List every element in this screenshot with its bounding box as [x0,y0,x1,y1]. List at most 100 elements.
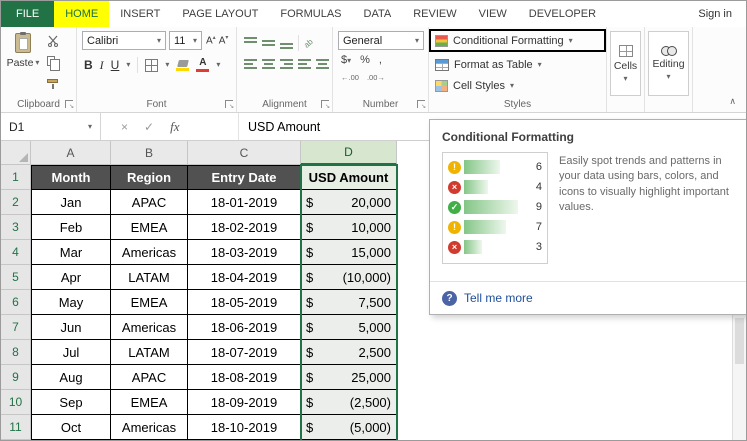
tab-developer[interactable]: DEVELOPER [518,1,607,27]
vertical-scrollbar[interactable] [732,314,746,440]
enter-icon[interactable]: ✓ [144,120,154,134]
cell-date[interactable]: 18-04-2019 [188,265,301,290]
bold-button[interactable]: B [84,58,93,72]
align-right-icon[interactable] [280,58,293,70]
italic-button[interactable]: I [100,58,104,73]
cell-amount[interactable]: $15,000 [301,240,397,265]
align-top-icon[interactable] [244,37,257,49]
font-size-combobox[interactable]: 11 ▾ [169,31,202,50]
cell-month[interactable]: May [31,290,111,315]
column-header-c[interactable]: C [188,141,301,165]
cell-date[interactable]: 18-07-2019 [188,340,301,365]
cell-amount[interactable]: $25,000 [301,365,397,390]
cell-styles-button[interactable]: Cell Styles ▾ [431,76,518,95]
copy-button[interactable] [47,53,69,71]
borders-icon[interactable] [145,58,159,72]
cell-region[interactable]: EMEA [111,215,188,240]
cell-date[interactable]: 18-05-2019 [188,290,301,315]
tab-review[interactable]: REVIEW [402,1,467,27]
tab-home[interactable]: HOME [54,1,110,27]
column-header-a[interactable]: A [31,141,111,165]
column-header-d-selected[interactable]: D [301,141,397,165]
cell-amount[interactable]: $2,500 [301,340,397,365]
cell-month[interactable]: Sep [31,390,111,415]
increase-decimal-icon[interactable]: ←.00 [341,73,359,82]
cell-date[interactable]: 18-10-2019 [188,415,301,440]
cell-month[interactable]: Apr [31,265,111,290]
cancel-icon[interactable]: × [121,120,128,134]
row-number[interactable]: 7 [1,315,31,340]
cell-amount[interactable]: $10,000 [301,215,397,240]
row-number[interactable]: 3 [1,215,31,240]
orientation-icon[interactable]: ab [302,37,315,50]
cell-month[interactable]: Feb [31,215,111,240]
cell-month[interactable]: Aug [31,365,111,390]
number-format-combobox[interactable]: General ▾ [338,31,424,50]
conditional-formatting-button[interactable]: Conditional Formatting ▾ [429,29,606,52]
tab-data[interactable]: DATA [353,1,403,27]
fill-color-icon[interactable] [176,59,190,71]
cell-month[interactable]: Jan [31,190,111,215]
cell-month[interactable]: Oct [31,415,111,440]
wrap-text-icon[interactable] [316,58,329,70]
align-center-icon[interactable] [262,58,275,70]
cell-region[interactable]: LATAM [111,340,188,365]
cell-region[interactable]: EMEA [111,290,188,315]
cell-region[interactable]: LATAM [111,265,188,290]
row-number[interactable]: 5 [1,265,31,290]
cell-region[interactable]: APAC [111,365,188,390]
dialog-launcher-icon[interactable] [65,100,74,110]
row-number[interactable]: 10 [1,390,31,415]
cell-amount[interactable]: $5,000 [301,315,397,340]
cell-date[interactable]: 18-09-2019 [188,390,301,415]
cell-date[interactable]: 18-06-2019 [188,315,301,340]
dialog-launcher-icon[interactable] [417,100,426,110]
cell-month[interactable]: Jun [31,315,111,340]
cell-month[interactable]: Jul [31,340,111,365]
cell-amount-header-active[interactable]: USD Amount [301,165,397,190]
font-name-combobox[interactable]: Calibri ▾ [82,31,166,50]
row-number[interactable]: 11 [1,415,31,440]
row-number[interactable]: 6 [1,290,31,315]
underline-button[interactable]: U [111,58,120,72]
cell-date-header[interactable]: Entry Date [188,165,301,190]
align-left-icon[interactable] [244,58,257,70]
cell-date[interactable]: 18-01-2019 [188,190,301,215]
paste-button[interactable]: Paste ▾ [4,31,42,91]
row-number[interactable]: 8 [1,340,31,365]
cell-amount[interactable]: $ (10,000) [301,265,397,290]
cell-region[interactable]: Americas [111,415,188,440]
sign-in-button[interactable]: Sign in [698,1,746,27]
align-middle-icon[interactable] [262,37,275,49]
name-box[interactable]: D1 ▾ [1,113,101,140]
row-number[interactable]: 4 [1,240,31,265]
format-painter-button[interactable] [47,73,69,89]
cell-region[interactable]: APAC [111,190,188,215]
row-number[interactable]: 9 [1,365,31,390]
tab-view[interactable]: VIEW [468,1,518,27]
accounting-format-icon[interactable]: $▾ [341,54,351,66]
decrease-decimal-icon[interactable]: .00→ [367,73,385,82]
ribbon-collapse-icon[interactable]: ∧ [729,96,736,107]
column-header-b[interactable]: B [111,141,188,165]
cell-region[interactable]: EMEA [111,390,188,415]
decrease-indent-icon[interactable] [298,58,311,70]
grow-font-button[interactable]: A [206,34,216,46]
cell-region[interactable]: Americas [111,240,188,265]
cell-region-header[interactable]: Region [111,165,188,190]
dialog-launcher-icon[interactable] [225,100,234,110]
scrollbar-thumb[interactable] [735,318,744,364]
dialog-launcher-icon[interactable] [321,100,330,110]
cell-amount[interactable]: $20,000 [301,190,397,215]
cell-date[interactable]: 18-03-2019 [188,240,301,265]
tab-file[interactable]: FILE [1,1,55,27]
editing-button[interactable]: Editing ▾ [648,31,689,96]
font-color-icon[interactable]: A [196,58,210,72]
row-number[interactable]: 2 [1,190,31,215]
cell-region[interactable]: Americas [111,315,188,340]
cell-amount[interactable]: $7,500 [301,290,397,315]
tab-page-layout[interactable]: PAGE LAYOUT [171,1,269,27]
shrink-font-button[interactable]: A [219,34,229,46]
cell-month-header[interactable]: Month [31,165,111,190]
row-number[interactable]: 1 [1,165,31,190]
